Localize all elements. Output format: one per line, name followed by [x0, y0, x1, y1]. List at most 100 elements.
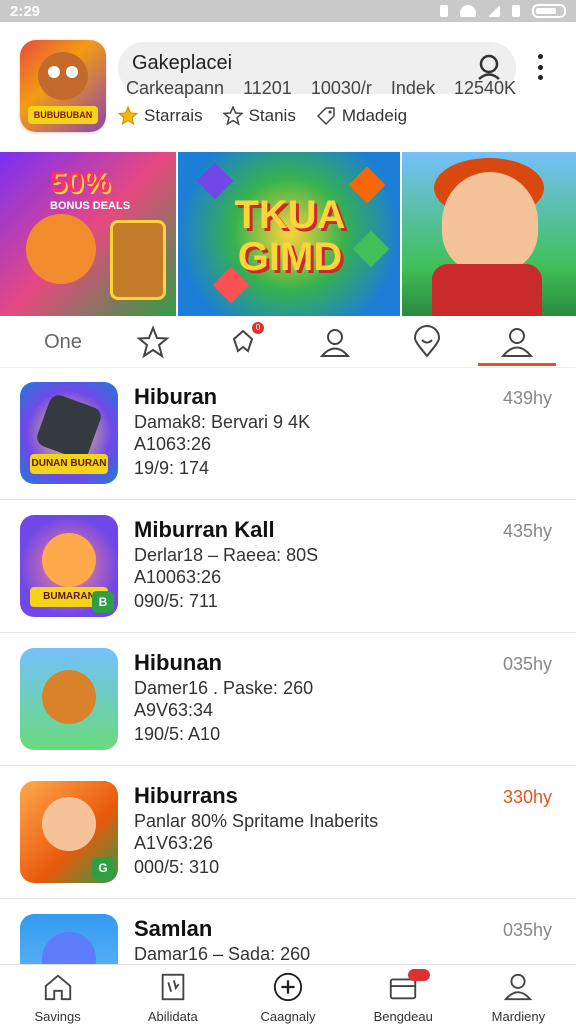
banner-panel-game[interactable]: TKUA GIMD: [176, 152, 402, 316]
promo-banner[interactable]: 50% BONUS DEALS TKUA GIMD: [0, 152, 576, 316]
subline-item: Carkeapann: [126, 78, 225, 98]
star-outline-icon: [222, 106, 243, 126]
list-item[interactable]: Hibunan Damer16 . Paske: 260 A9V63:34 19…: [0, 634, 576, 766]
thumbnail-art: [42, 533, 96, 587]
app-icon-tag: BUBUBUBAN: [28, 106, 98, 124]
tab-location[interactable]: [406, 324, 448, 360]
thumbnail-art: [42, 670, 96, 724]
active-tab-indicator: [478, 363, 556, 366]
tab-one[interactable]: One: [38, 324, 88, 360]
search-title: Gakeplacei: [132, 52, 233, 74]
game-thumbnail: [20, 914, 118, 964]
nav-savings[interactable]: Savings: [0, 965, 115, 1024]
nav-caagnaly[interactable]: Caagnaly: [230, 965, 345, 1024]
game-title: Hiburrans: [134, 783, 238, 808]
nav-label: Abilidata: [147, 1009, 198, 1024]
game-detail: 000/5: 310: [134, 857, 220, 877]
document-icon: [161, 973, 185, 1001]
game-time: 035hy: [502, 920, 552, 940]
bottom-navigation: Savings Abilidata Caagnaly Bengdeau Mard…: [0, 964, 576, 1024]
thumbnail-art: [42, 797, 96, 851]
subline-item: Indek: [390, 78, 435, 98]
app-icon[interactable]: BUBUBUBAN: [20, 40, 106, 132]
game-title: Hibunan: [134, 650, 222, 675]
filter-chips: Starrais Stanis Mdadeig: [118, 106, 407, 126]
game-detail: A9V63:34: [134, 700, 214, 720]
status-icons: [440, 4, 566, 18]
game-thumbnail: DUNAN BURAN: [20, 382, 118, 484]
banner-bear-illustration: [26, 214, 96, 284]
status-bar: 2:29: [0, 0, 576, 22]
home-icon: [44, 974, 71, 1001]
chip-label: Stanis: [248, 106, 296, 125]
person-icon: [319, 329, 351, 357]
banner-discount: 50% BONUS DEALS: [50, 166, 131, 212]
game-time: 439hy: [502, 388, 552, 408]
tab-notifications[interactable]: 0: [222, 322, 264, 360]
game-title: Hiburan: [134, 384, 218, 409]
game-thumbnail: G: [20, 781, 118, 883]
game-thumbnail: BUMARAN B: [20, 515, 118, 617]
banner-character-face: [442, 172, 538, 272]
game-time: 435hy: [502, 521, 552, 541]
game-list: DUNAN BURAN Hiburan Damak8: Bervari 9 4K…: [0, 368, 576, 964]
game-detail: 090/5: 711: [134, 591, 218, 611]
game-badge: G: [92, 857, 114, 879]
app-mascot: [38, 52, 88, 100]
nav-label: Bengdeau: [373, 1009, 433, 1024]
game-detail: 190/5: A10: [134, 724, 221, 744]
battery-small-icon: [512, 5, 520, 17]
game-detail: Damak8: Bervari 9 4K: [134, 412, 311, 432]
app-subline: Carkeapann 11201 10030/r Indek 12540K: [126, 78, 530, 99]
chip-label: Mdadeig: [341, 106, 408, 125]
status-time: 2:29: [10, 2, 41, 20]
chip-label: Starrais: [144, 106, 203, 125]
signal-icon: [488, 5, 500, 17]
nav-label: Savings: [34, 1009, 81, 1024]
list-item[interactable]: G Hiburrans Panlar 80% Spritame Inaberit…: [0, 767, 576, 899]
banner-panel-character[interactable]: [402, 152, 576, 316]
tag-icon: [316, 107, 335, 126]
game-title: Samlan: [134, 916, 213, 941]
tab-profile[interactable]: [496, 324, 538, 360]
app-header: BUBUBUBAN Gakeplacei Carkeapann 11201 10…: [0, 22, 576, 152]
game-badge: B: [92, 591, 114, 613]
bluetooth-icon: [440, 5, 448, 17]
banner-device-illustration: [110, 220, 166, 300]
chip-stanis[interactable]: Stanis: [222, 106, 296, 126]
location-icon: [413, 325, 441, 358]
game-detail: A10063:26: [134, 567, 222, 587]
more-options-icon[interactable]: [530, 52, 550, 82]
subline-item: 12540K: [453, 78, 517, 98]
chip-starred[interactable]: Starrais: [118, 106, 203, 126]
profile-icon: [500, 328, 534, 357]
person-icon: [504, 973, 533, 1001]
banner-panel-sale[interactable]: 50% BONUS DEALS: [0, 152, 176, 316]
nav-abilidata[interactable]: Abilidata: [115, 965, 230, 1024]
game-detail: Damer16 . Paske: 260: [134, 678, 314, 698]
nav-mardieny[interactable]: Mardieny: [461, 965, 576, 1024]
game-title: Miburran Kall: [134, 517, 275, 542]
game-detail: Panlar 80% Spritame Inaberits: [134, 811, 379, 831]
chip-tag[interactable]: Mdadeig: [316, 106, 407, 126]
banner-character-body: [432, 264, 542, 316]
game-time: 330hy: [502, 787, 552, 807]
tab-favorites[interactable]: [132, 324, 174, 360]
subline-item: 10030/r: [310, 78, 372, 98]
list-item[interactable]: DUNAN BURAN Hiburan Damak8: Bervari 9 4K…: [0, 368, 576, 500]
nav-label: Mardieny: [491, 1009, 546, 1024]
notification-badge: 0: [252, 322, 264, 334]
game-time: 035hy: [502, 654, 552, 674]
game-detail: A1063:26: [134, 434, 212, 454]
list-item[interactable]: BUMARAN B Miburran Kall Derlar18 – Raeea…: [0, 501, 576, 633]
plus-circle-icon: [273, 972, 303, 1002]
subline-item: 11201: [243, 78, 292, 98]
list-item[interactable]: Samlan Damar16 – Sada: 260 035hy: [0, 900, 576, 964]
game-thumbnail: [20, 648, 118, 750]
game-detail: 19/9: 174: [134, 458, 210, 478]
nav-bengdeau[interactable]: Bengdeau: [346, 965, 461, 1024]
battery-icon: [532, 4, 566, 18]
tab-people[interactable]: [314, 324, 356, 360]
thumbnail-art: [34, 392, 104, 462]
category-tabs: One 0: [0, 316, 576, 368]
